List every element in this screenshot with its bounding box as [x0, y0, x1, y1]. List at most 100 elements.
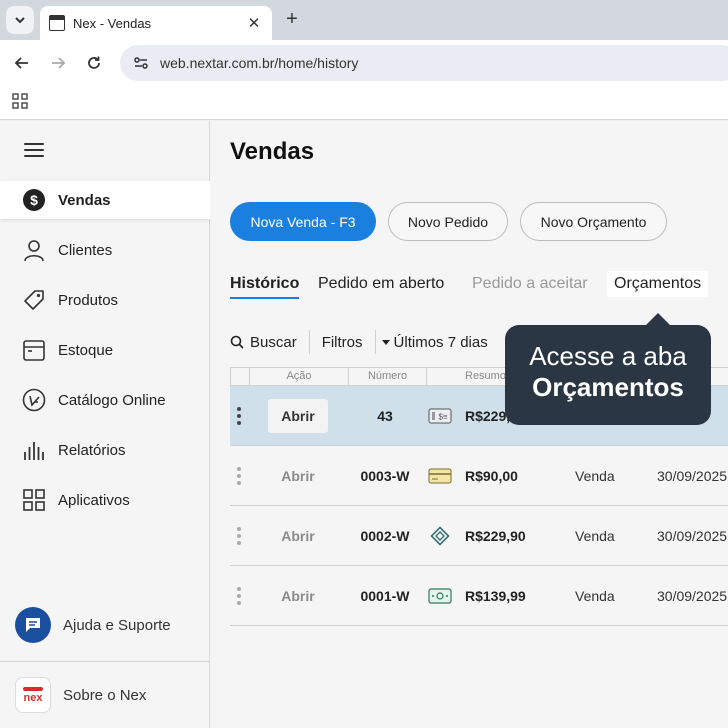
sidebar-item-label: Clientes — [58, 241, 113, 259]
reload-icon — [88, 56, 100, 69]
tab-historico[interactable]: Histórico — [230, 275, 300, 299]
catalog-icon — [21, 387, 47, 413]
browser-tab-strip: Nex - Vendas ✕ + — [0, 0, 728, 40]
dollar-circle-icon: $ — [21, 187, 47, 213]
search-icon[interactable] — [230, 335, 244, 349]
open-button[interactable]: Abrir — [268, 399, 328, 433]
sale-type: Venda — [575, 588, 615, 604]
header-spacer — [231, 368, 250, 385]
open-button[interactable]: Abrir — [268, 566, 328, 626]
about-nex-link[interactable]: nex Sobre o Nex — [15, 677, 146, 713]
sale-date: 30/09/2025 — [657, 528, 728, 544]
divider — [374, 330, 376, 354]
sale-date: 30/09/2025 — [657, 468, 728, 484]
page-title: Vendas — [230, 138, 315, 165]
sidebar-item-label: Estoque — [58, 341, 114, 359]
pix-icon — [428, 506, 452, 566]
sale-number: 43 — [377, 408, 393, 424]
sidebar-item-aplicativos[interactable]: Aplicativos — [0, 481, 210, 519]
pix-terminal-icon: $≡ — [428, 386, 452, 446]
callout-line-1: Acesse a aba — [529, 341, 687, 371]
sale-number: 0001-W — [360, 588, 410, 604]
sidebar-divider — [0, 661, 210, 662]
table-row[interactable]: Abrir 0001-W R$139,99 Venda 30/09/2025 — [230, 566, 728, 626]
apps-grid-icon — [21, 487, 47, 513]
search-button[interactable]: Buscar — [250, 334, 297, 351]
browser-tab[interactable]: Nex - Vendas ✕ — [40, 6, 272, 40]
arrow-right-icon — [52, 57, 66, 69]
sidebar-item-clientes[interactable]: Clientes — [0, 231, 210, 269]
back-button[interactable] — [10, 51, 34, 75]
header-acao: Ação — [250, 368, 349, 385]
menu-icon[interactable] — [24, 143, 44, 159]
box-icon — [21, 337, 47, 363]
sidebar-item-catalogo[interactable]: Catálogo Online — [0, 381, 210, 419]
open-button[interactable]: Abrir — [268, 506, 328, 566]
chevron-down-icon — [15, 17, 25, 24]
row-menu-icon[interactable] — [234, 506, 244, 566]
sidebar-item-label: Catálogo Online — [58, 391, 166, 409]
sale-type: Venda — [575, 528, 615, 544]
sidebar-item-estoque[interactable]: Estoque — [0, 331, 210, 369]
sale-amount: R$229, — [465, 408, 511, 424]
table-row[interactable]: Abrir 0002-W R$229,90 Venda 30/09/2025 — [230, 506, 728, 566]
tutorial-callout: Acesse a aba Orçamentos — [505, 313, 711, 425]
sale-amount: R$90,00 — [465, 468, 518, 484]
nex-logo-text: nex — [23, 691, 43, 704]
new-quote-button[interactable]: Novo Orçamento — [520, 202, 667, 241]
sidebar-item-label: Aplicativos — [58, 491, 130, 509]
about-nex-label: Sobre o Nex — [63, 686, 147, 704]
sidebar-item-label: Vendas — [58, 191, 111, 209]
forward-button[interactable] — [46, 51, 70, 75]
svg-text:$: $ — [30, 192, 38, 208]
close-tab-icon[interactable]: ✕ — [246, 14, 262, 32]
caret-down-icon — [381, 340, 390, 345]
user-icon — [21, 237, 47, 263]
bookmarks-bar — [0, 86, 728, 120]
chat-support-icon — [15, 607, 51, 643]
new-sale-button[interactable]: Nova Venda - F3 — [230, 202, 376, 241]
tab-orcamentos[interactable]: Orçamentos — [607, 271, 709, 297]
open-button[interactable]: Abrir — [268, 446, 328, 506]
browser-tab-title: Nex - Vendas — [73, 15, 152, 31]
sidebar-item-label: Produtos — [58, 291, 119, 309]
sale-number: 0003-W — [360, 468, 410, 484]
table-row[interactable]: Abrir 0003-W R$90,00 Venda 30/09/2025 — [230, 446, 728, 506]
sale-date: 30/09/2025 — [657, 588, 728, 604]
new-tab-button[interactable]: + — [280, 8, 304, 32]
row-menu-icon[interactable] — [234, 446, 244, 506]
bar-chart-icon — [21, 437, 47, 463]
tab-search-button[interactable] — [6, 6, 34, 34]
card-icon — [428, 446, 452, 506]
sidebar: $ Vendas Clientes Produtos Estoque Catál… — [0, 121, 210, 728]
tag-icon — [21, 287, 47, 313]
row-menu-icon[interactable] — [234, 566, 244, 626]
history-tabs: Histórico Pedido em aberto Pedido a acei… — [230, 271, 728, 301]
reload-button[interactable] — [82, 51, 106, 75]
page-favicon-icon — [49, 15, 65, 31]
help-support-label: Ajuda e Suporte — [63, 616, 171, 634]
filter-bar: Buscar Filtros Últimos 7 dias — [230, 329, 510, 355]
svg-text:$≡: $≡ — [438, 413, 447, 422]
apps-grid-icon[interactable] — [12, 93, 28, 109]
sidebar-item-label: Relatórios — [58, 441, 126, 459]
filters-button[interactable]: Filtros — [322, 334, 363, 351]
site-settings-icon[interactable] — [132, 54, 150, 72]
period-select[interactable]: Últimos 7 dias — [394, 334, 488, 351]
arrow-left-icon — [14, 57, 28, 69]
tab-pedido-em-aberto[interactable]: Pedido em aberto — [318, 275, 444, 293]
nex-logo-icon: nex — [15, 677, 51, 713]
new-order-button[interactable]: Novo Pedido — [388, 202, 508, 241]
divider — [308, 330, 310, 354]
sidebar-item-relatorios[interactable]: Relatórios — [0, 431, 210, 469]
address-bar[interactable]: web.nextar.com.br/home/history — [120, 45, 728, 81]
tab-pedido-a-aceitar[interactable]: Pedido a aceitar — [472, 275, 588, 293]
sale-amount: R$139,99 — [465, 588, 526, 604]
row-menu-icon[interactable] — [234, 386, 244, 446]
sidebar-item-vendas[interactable]: $ Vendas — [0, 181, 210, 219]
help-support-link[interactable]: Ajuda e Suporte — [15, 607, 171, 643]
cash-icon — [428, 566, 452, 626]
sale-type: Venda — [575, 468, 615, 484]
sale-number: 0002-W — [360, 528, 410, 544]
sidebar-item-produtos[interactable]: Produtos — [0, 281, 210, 319]
